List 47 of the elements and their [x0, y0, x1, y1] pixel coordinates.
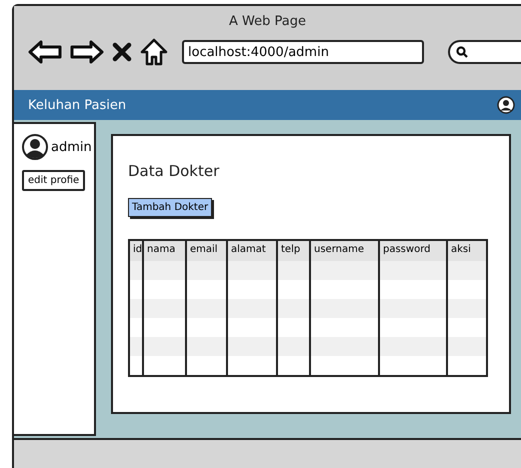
column-header: telp [278, 241, 309, 261]
table-cell [130, 337, 142, 356]
table-cell [144, 261, 185, 280]
avatar-icon [22, 134, 48, 160]
table-cell [311, 261, 378, 280]
back-icon[interactable] [28, 40, 62, 64]
table-cell [187, 261, 226, 280]
window-title: A Web Page [228, 13, 307, 29]
user-icon[interactable] [497, 96, 515, 114]
table-cell [228, 337, 276, 356]
table-cell [144, 337, 185, 356]
column-header: email [187, 241, 226, 261]
column-header: aksi [448, 241, 486, 261]
table-cell [278, 261, 309, 280]
column-header: id [130, 241, 142, 261]
column-header: password [380, 241, 446, 261]
table-cell [380, 261, 446, 280]
user-name: admin [51, 140, 92, 154]
close-icon[interactable] [112, 42, 132, 62]
table-cell [187, 299, 226, 318]
table-cell [380, 299, 446, 318]
home-icon[interactable] [140, 38, 168, 66]
table-cell [130, 299, 142, 318]
table-cell [448, 261, 486, 280]
table-cell [187, 337, 226, 356]
column-header: nama [144, 241, 185, 261]
forward-icon[interactable] [70, 40, 104, 64]
app-title: Keluhan Pasien [28, 98, 126, 112]
address-field[interactable]: localhost:4000/admin [182, 40, 424, 64]
table-cell [380, 337, 446, 356]
column-header: alamat [228, 241, 276, 261]
table-cell [130, 261, 142, 280]
edit-profile-button[interactable]: edit profie [22, 170, 86, 191]
column-header: username [311, 241, 378, 261]
table-cell [228, 299, 276, 318]
table-cell [448, 299, 486, 318]
page-heading: Data Dokter [128, 162, 220, 180]
table-cell [448, 337, 486, 356]
table-cell [278, 299, 309, 318]
table-cell [278, 337, 309, 356]
add-button[interactable]: Tambah Dokter [128, 198, 212, 217]
table-cell [311, 299, 378, 318]
search-field[interactable] [448, 40, 521, 64]
table-cell [228, 261, 276, 280]
search-icon [456, 46, 468, 58]
table-cell [311, 337, 378, 356]
table-cell [144, 299, 185, 318]
